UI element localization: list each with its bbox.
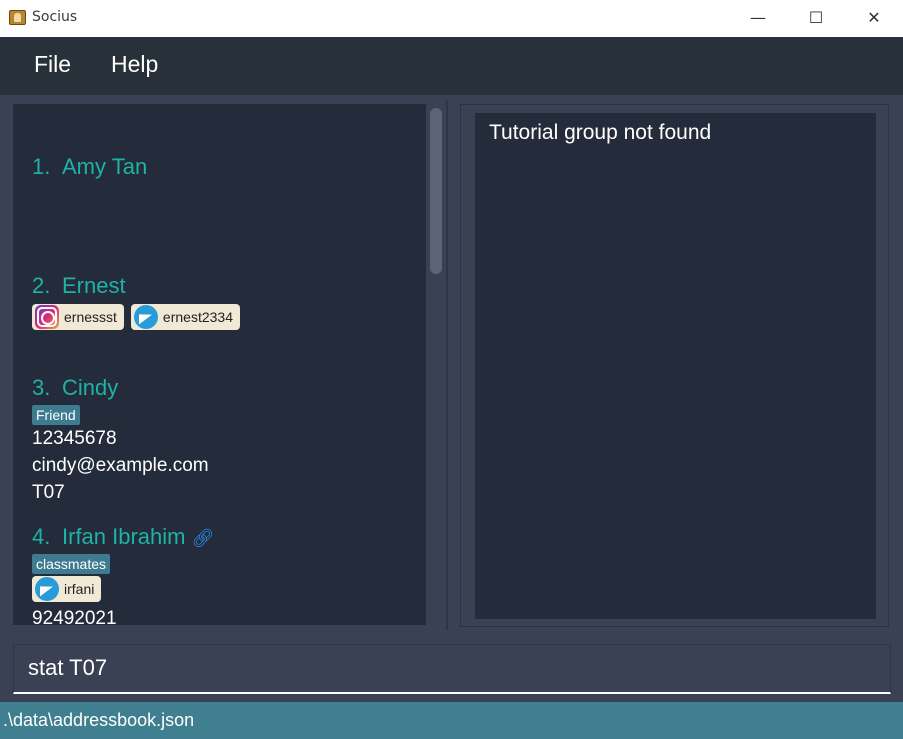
person-card[interactable]: 4. Irfan Ibrahim 🔗︎ classmates irfani 9249… [32, 524, 214, 625]
person-index: 3. [32, 375, 51, 400]
menu-help[interactable]: Help [111, 51, 158, 78]
person-name-row: 1. Amy Tan [32, 154, 147, 180]
result-panel: Tutorial group not found [475, 113, 876, 619]
social-row: irfani [32, 576, 214, 605]
person-name: Ernest [62, 273, 126, 298]
app-icon [9, 10, 26, 25]
person-phone: 92492021 [32, 608, 117, 625]
instagram-icon [35, 305, 59, 329]
save-location: .\data\addressbook.json [3, 710, 195, 730]
person-name: Amy Tan [62, 154, 148, 179]
pane-divider[interactable] [446, 100, 448, 630]
person-card[interactable]: 2. Ernest ernessst ernest2334 [32, 273, 247, 333]
social-row: ernessst ernest2334 [32, 304, 247, 333]
result-message: Tutorial group not found [489, 121, 712, 144]
person-index: 1. [32, 154, 51, 179]
person-email: cindy@example.com [32, 455, 209, 476]
menu-file[interactable]: File [34, 51, 71, 78]
command-input[interactable] [28, 655, 868, 681]
maximize-button[interactable]: ☐ [787, 0, 845, 36]
social-handle: ernest2334 [162, 309, 233, 325]
telegram-badge[interactable]: ernest2334 [130, 304, 240, 330]
person-name-row: 4. Irfan Ibrahim 🔗︎ [32, 524, 214, 550]
minimize-button[interactable]: — [729, 0, 787, 36]
command-box[interactable] [13, 644, 891, 694]
telegram-badge[interactable]: irfani [32, 576, 102, 602]
person-index: 4. [32, 524, 51, 549]
tag-badge: Friend [32, 405, 80, 425]
social-handle: irfani [64, 581, 95, 597]
window-title: Socius [32, 9, 78, 25]
tag-badge: classmates [32, 554, 111, 574]
person-group: T07 [32, 482, 65, 503]
social-handle: ernessst [64, 309, 117, 325]
telegram-icon [133, 305, 158, 329]
menu-bar: File Help [0, 37, 903, 95]
instagram-badge[interactable]: ernessst [32, 304, 124, 330]
person-card[interactable]: 1. Amy Tan [32, 154, 147, 180]
telegram-icon [35, 577, 59, 601]
person-card[interactable]: 3. Cindy Friend 12345678 cindy@example.co… [32, 375, 209, 506]
status-bar: .\data\addressbook.json [0, 702, 903, 739]
list-scrollbar-thumb[interactable] [430, 108, 442, 274]
person-name: Irfan Ibrahim [62, 524, 186, 549]
person-name: Cindy [62, 375, 119, 400]
title-bar: Socius — ☐ ✕ [0, 0, 903, 37]
person-name-row: 2. Ernest [32, 273, 247, 299]
link-icon[interactable]: 🔗︎ [192, 528, 215, 548]
person-name-row: 3. Cindy [32, 375, 209, 401]
person-index: 2. [32, 273, 51, 298]
command-area [0, 634, 903, 702]
close-button[interactable]: ✕ [845, 0, 903, 36]
person-list[interactable]: 1. Amy Tan 2. Ernest ernessst ernest2334 3… [13, 104, 426, 625]
person-phone: 12345678 [32, 428, 117, 449]
